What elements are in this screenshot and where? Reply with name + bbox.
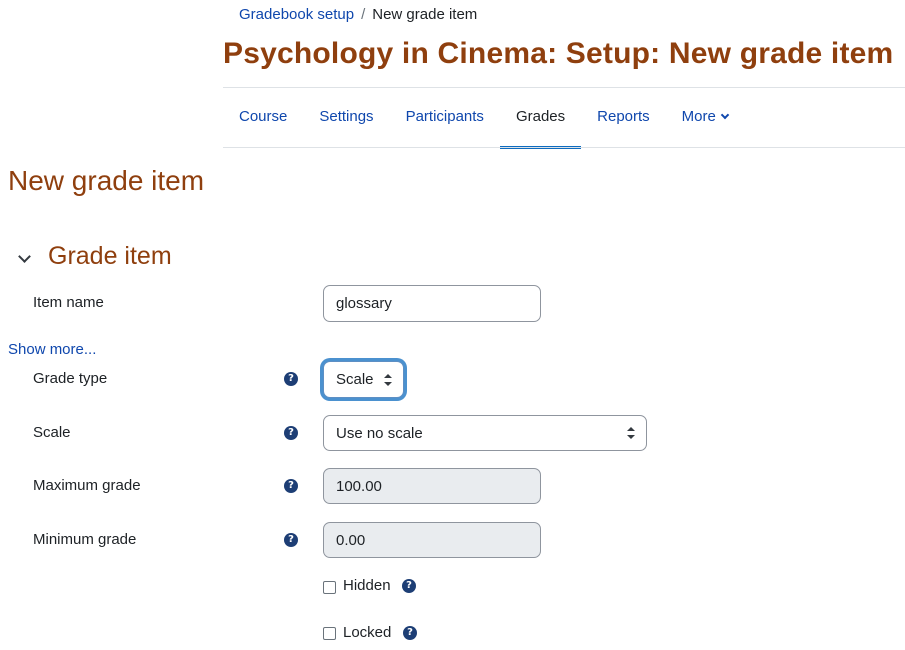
page-heading: Psychology in Cinema: Setup: New grade i… <box>223 37 894 70</box>
minimum-grade-value: 0.00 <box>336 531 366 549</box>
tab-participants[interactable]: Participants <box>390 88 500 148</box>
show-more-link[interactable]: Show more... <box>8 341 96 358</box>
locked-checkbox[interactable] <box>323 627 336 640</box>
breadcrumb-separator: / <box>361 6 366 23</box>
item-name-value: glossary <box>336 295 392 312</box>
help-icon[interactable]: ? <box>284 426 298 440</box>
hidden-label[interactable]: Hidden <box>343 577 391 594</box>
tab-settings[interactable]: Settings <box>303 88 389 148</box>
nav-divider-bottom <box>223 147 905 148</box>
grade-type-select[interactable]: Scale <box>323 361 404 398</box>
collapse-chevron-icon[interactable] <box>18 250 31 263</box>
secondary-navigation: Course Settings Participants Grades Repo… <box>223 88 744 149</box>
scale-label: Scale <box>33 424 71 441</box>
scale-value: Use no scale <box>336 424 423 442</box>
grade-type-value: Scale <box>336 371 374 388</box>
tab-course[interactable]: Course <box>223 88 303 148</box>
item-name-input[interactable]: glossary <box>323 285 541 322</box>
chevron-down-icon <box>720 110 730 120</box>
maximum-grade-input: 100.00 <box>323 468 541 504</box>
minimum-grade-input: 0.00 <box>323 522 541 558</box>
help-icon[interactable]: ? <box>402 579 416 593</box>
grade-type-label: Grade type <box>33 370 108 387</box>
locked-label[interactable]: Locked <box>343 624 391 641</box>
maximum-grade-label: Maximum grade <box>33 477 141 494</box>
minimum-grade-label: Minimum grade <box>33 531 137 548</box>
breadcrumb: Gradebook setup / New grade item <box>239 6 477 23</box>
tab-reports[interactable]: Reports <box>581 88 666 148</box>
tab-more-label: More <box>681 108 716 125</box>
maximum-grade-value: 100.00 <box>336 477 382 495</box>
help-icon[interactable]: ? <box>284 372 298 386</box>
scale-select[interactable]: Use no scale <box>323 415 647 451</box>
hidden-checkbox[interactable] <box>323 581 336 594</box>
breadcrumb-link-gradebook-setup[interactable]: Gradebook setup <box>239 6 354 23</box>
select-arrows-icon <box>384 373 392 386</box>
section-title-grade-item[interactable]: Grade item <box>48 242 172 271</box>
form-title: New grade item <box>8 165 205 196</box>
help-icon[interactable]: ? <box>403 626 417 640</box>
tab-more[interactable]: More <box>666 88 744 148</box>
tab-grades[interactable]: Grades <box>499 88 582 149</box>
breadcrumb-current: New grade item <box>372 6 478 23</box>
help-icon[interactable]: ? <box>284 479 298 493</box>
select-arrows-icon <box>627 427 635 439</box>
item-name-label: Item name <box>33 294 104 311</box>
help-icon[interactable]: ? <box>284 533 298 547</box>
